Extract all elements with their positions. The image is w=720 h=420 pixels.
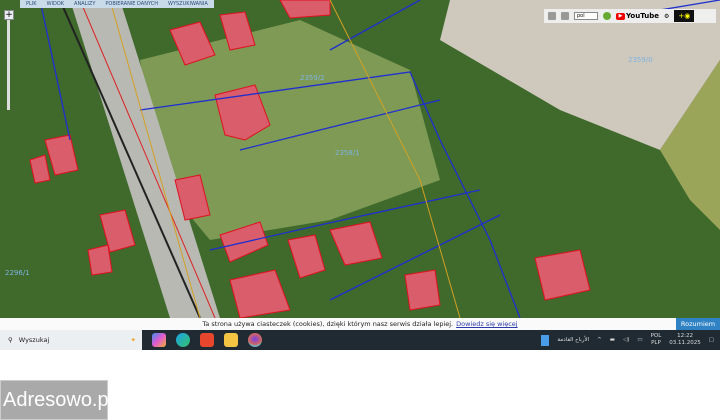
map-menu: PLIK WIDOK ANALIZY POBIERANIE DANYCH WYS… <box>20 0 214 8</box>
zoom-control: + <box>4 10 16 120</box>
zoom-in-button[interactable]: + <box>4 10 14 20</box>
input-language[interactable]: POL PLP <box>651 333 662 347</box>
brightness-icon[interactable]: +◉ <box>674 10 695 22</box>
taskbar-search[interactable]: ⚲ Wyszukaj ✦ <box>0 330 142 350</box>
watermark: Adresowo.pl <box>0 380 113 420</box>
edge-icon[interactable] <box>176 333 190 347</box>
youtube-play-icon: ▶ <box>616 12 625 20</box>
map-view[interactable]: 2359/0 2358/1 2359/2 2296/1 PLIK WIDOK A… <box>0 0 720 318</box>
battery-icon[interactable]: ▬ <box>610 337 615 343</box>
map-toolbar: pol ▶ YouTube ⚙ +◉ <box>544 9 716 23</box>
gear-icon[interactable]: ⚙ <box>664 13 669 20</box>
cookie-text: Ta strona używa ciasteczek (cookies), dz… <box>202 320 454 328</box>
green-dot-icon[interactable] <box>603 12 611 20</box>
menu-view[interactable]: WIDOK <box>47 1 64 7</box>
sparkle-icon: ✦ <box>130 336 136 344</box>
language-select[interactable]: pol <box>574 12 598 20</box>
file-explorer-icon[interactable] <box>224 333 238 347</box>
cookie-bar: Ta strona używa ciasteczek (cookies), dz… <box>0 318 720 330</box>
search-placeholder: Wyszukaj <box>18 336 50 344</box>
notifications-icon[interactable]: ▢ <box>709 337 714 343</box>
menu-download[interactable]: POBIERANIE DANYCH <box>105 1 158 7</box>
parcel-label: 2296/1 <box>5 269 30 277</box>
youtube-link[interactable]: ▶ YouTube <box>616 12 659 20</box>
volume-icon[interactable]: ◁) <box>623 337 629 343</box>
copilot-icon[interactable] <box>152 333 166 347</box>
layers-icon[interactable] <box>548 12 556 20</box>
search-icon: ⚲ <box>8 336 13 344</box>
firefox-icon[interactable] <box>248 333 262 347</box>
orthophoto-map: 2359/0 2358/1 2359/2 2296/1 <box>0 0 720 318</box>
menu-search[interactable]: WYSZUKIWANIA <box>168 1 208 7</box>
news-icon[interactable] <box>541 334 550 346</box>
cookie-accept-button[interactable]: Rozumiem <box>676 318 720 330</box>
menu-file[interactable]: PLIK <box>26 1 37 7</box>
parcel-label: 2358/1 <box>335 149 360 157</box>
chevron-up-icon[interactable]: ^ <box>597 337 602 343</box>
system-tray: الأرباح القادمة ^ ▬ ◁) ▭ POL PLP 12:22 03.… <box>541 330 720 350</box>
zoom-slider[interactable] <box>7 20 10 110</box>
network-icon[interactable]: ▭ <box>637 337 642 343</box>
print-icon[interactable] <box>561 12 569 20</box>
news-text[interactable]: الأرباح القادمة <box>557 337 589 343</box>
brave-icon[interactable] <box>200 333 214 347</box>
taskbar: ⚲ Wyszukaj ✦ الأرباح القادمة ^ ▬ ◁) ▭ PO… <box>0 330 720 350</box>
menu-analysis[interactable]: ANALIZY <box>74 1 95 7</box>
cookie-learn-more-link[interactable]: Dowiedz się więcej <box>456 320 517 328</box>
parcel-label: 2359/2 <box>300 74 325 82</box>
clock[interactable]: 12:22 03.11.2025 <box>669 333 701 347</box>
parcel-label: 2359/0 <box>628 56 653 64</box>
